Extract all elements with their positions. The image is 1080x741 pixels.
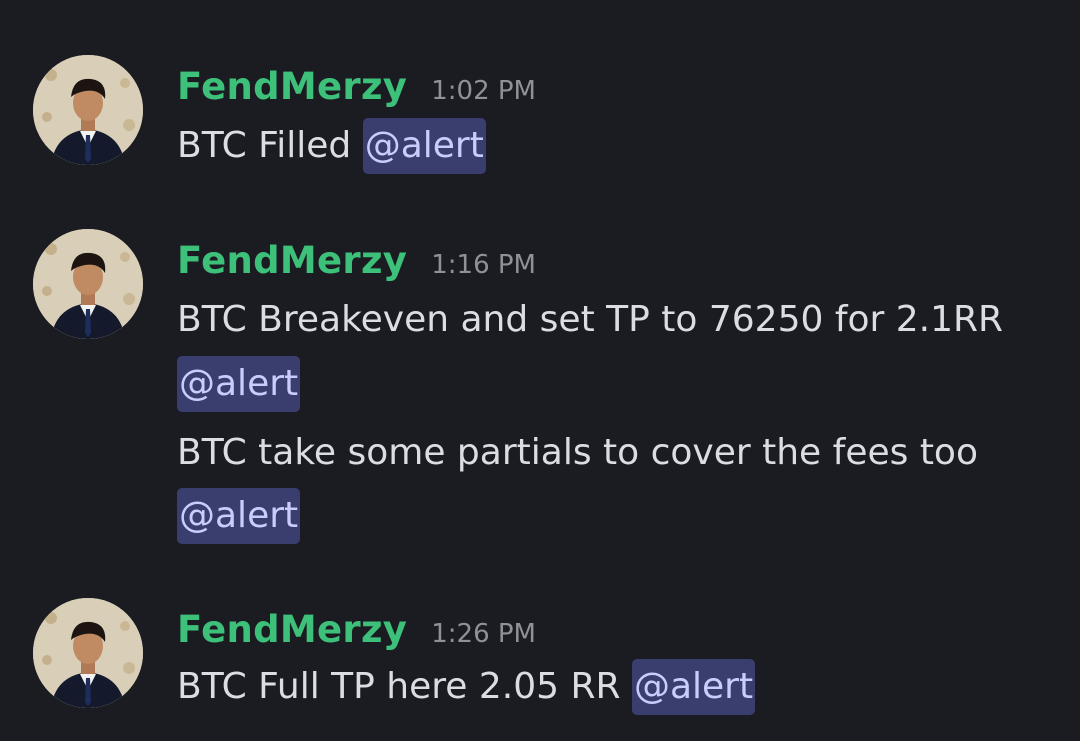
timestamp: 1:02 PM [431,76,536,106]
avatar[interactable] [33,55,143,165]
message-text: BTC take some partials to cover the fees… [177,425,978,481]
timestamp: 1:26 PM [431,619,536,649]
message-text: BTC Filled @alert [177,118,486,174]
mention-alert[interactable]: @alert [362,118,486,174]
mention-alert[interactable]: @alert [177,356,301,412]
message-header: FendMerzy 1:02 PM [177,65,536,115]
mention-alert[interactable]: @alert [631,659,756,715]
username[interactable]: FendMerzy [177,65,407,108]
avatar-image [33,55,143,165]
message-header: FendMerzy 1:16 PM [177,239,536,289]
username[interactable]: FendMerzy [177,608,407,651]
avatar-image [33,598,143,708]
message-content: BTC Breakeven and set TP to 76250 for 2.… [177,299,1004,340]
message-text: @alert [177,356,301,412]
message-text: BTC Full TP here 2.05 RR @alert [177,659,756,715]
message-text: @alert [177,488,301,544]
username[interactable]: FendMerzy [177,239,407,282]
chat-message-list: FendMerzy 1:02 PM BTC Filled @alert Fend… [0,0,1080,741]
avatar[interactable] [33,598,143,708]
message-content: BTC Filled [177,125,363,166]
message-content: BTC Full TP here 2.05 RR [177,666,632,707]
avatar[interactable] [33,229,143,339]
avatar-image [33,229,143,339]
message-header: FendMerzy 1:26 PM [177,608,536,658]
message-content: BTC take some partials to cover the fees… [177,432,978,473]
mention-alert[interactable]: @alert [177,488,301,544]
timestamp: 1:16 PM [431,250,536,280]
message-text: BTC Breakeven and set TP to 76250 for 2.… [177,292,1003,348]
